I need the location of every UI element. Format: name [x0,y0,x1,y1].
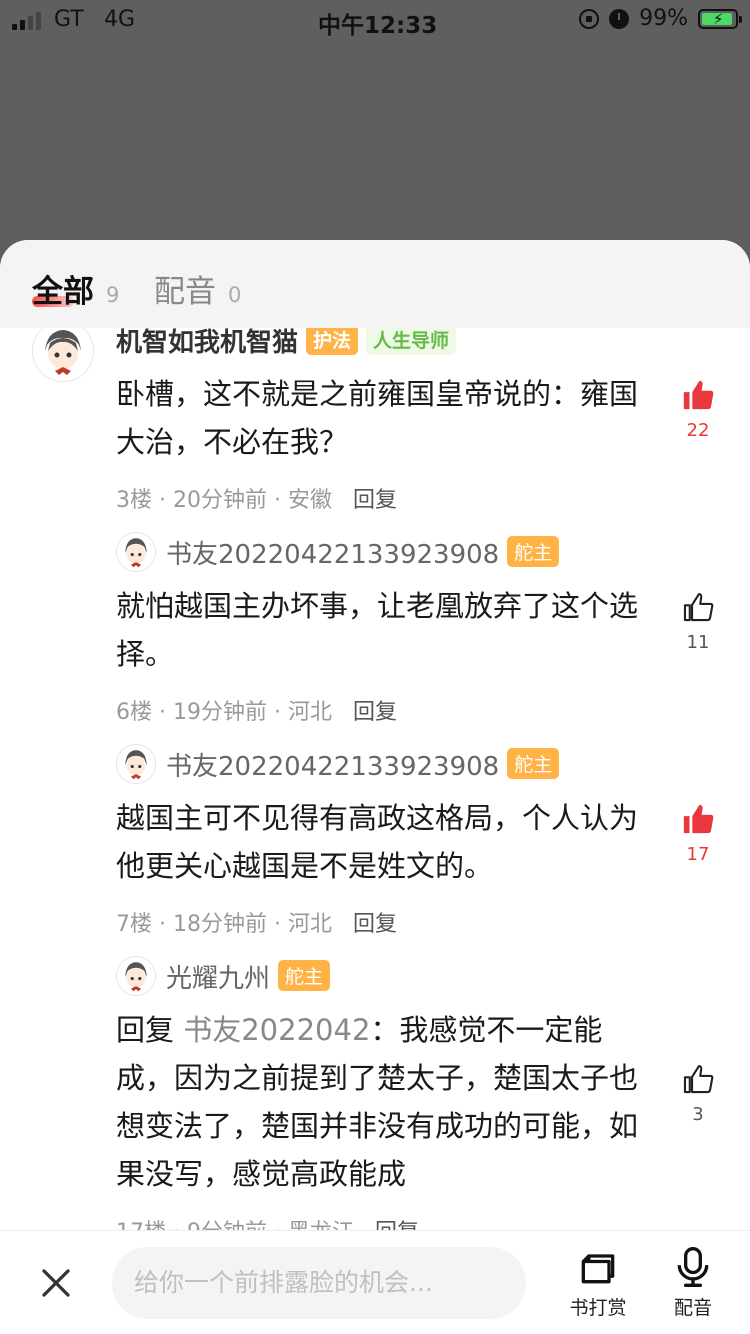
author-name: 书友20220422133923908 [166,752,500,782]
avatar[interactable] [116,956,156,996]
tab-dub-label: 配音 [154,274,216,310]
floor-number: 7楼 [116,912,152,937]
tab-bar: 全部 9 配音 0 [0,240,750,328]
badge-mentor: 人生导师 [366,328,457,355]
meta-separator: · [173,1220,180,1230]
comment-location: 黑龙江 [288,1220,354,1230]
comment-input[interactable]: 给你一个前排露脸的机会... [112,1247,526,1319]
author-name: 机智如我机智猫 [116,328,299,358]
floor-number: 3楼 [116,488,152,513]
comment-text[interactable]: 回复 书友2022042：我感觉不一定能成，因为之前提到了楚太子，楚国太子也想变… [116,1006,646,1198]
comment-location: 河北 [288,912,333,937]
comment-location: 河北 [288,700,333,725]
meta-separator: · [274,1220,281,1230]
floor-number: 6楼 [116,700,152,725]
like-count: 22 [686,420,710,441]
comment-time: 9分钟前 [187,1220,267,1230]
close-button[interactable] [38,1265,74,1301]
lock-rotation-icon [579,8,600,29]
comment-time: 20分钟前 [173,488,267,513]
comment-time: 19分钟前 [173,700,267,725]
avatar[interactable] [116,744,156,784]
signal-icon [12,12,41,30]
thumbs-up-icon [683,380,714,410]
badge-helmsman: 舵主 [278,960,331,991]
thumbs-up-icon [683,1065,714,1094]
avatar[interactable] [116,532,156,572]
comment-author[interactable]: 光耀九州 舵主 [166,958,331,995]
badge-helmsman: 舵主 [507,748,560,779]
thumbs-up-icon [683,593,714,622]
network-label: 4G [104,7,136,32]
comment-text[interactable]: 就怕越国主办坏事，让老凰放弃了这个选择。 [116,582,646,678]
close-icon [42,1269,70,1297]
like-button[interactable]: 22 [672,378,724,441]
avatar[interactable] [32,328,94,382]
battery-icon: ⚡ [698,8,742,29]
meta-separator: · [274,488,281,513]
meta-separator: · [274,912,281,937]
comment-meta: 3楼 · 20分钟前 · 安徽 回复 [116,482,397,514]
reply-button[interactable]: 回复 [353,700,397,725]
carrier-label: GT [54,7,84,32]
badge-helmsman: 舵主 [507,536,560,567]
comment-author[interactable]: 书友20220422133923908 舵主 [166,746,560,783]
reward-label: 书打赏 [569,1297,627,1319]
meta-separator: · [159,912,166,937]
meta-separator: · [159,700,166,725]
comment-location: 安徽 [288,488,333,513]
reply-button[interactable]: 回复 [375,1220,419,1230]
like-count: 3 [692,1104,704,1125]
badge-protector: 护法 [306,328,359,355]
like-button[interactable]: 3 [672,1062,724,1125]
dub-button[interactable]: 配音 [653,1245,733,1320]
status-bar: GT 4G 中午12:33 99% ⚡ [0,0,750,40]
author-name: 光耀九州 [166,964,271,994]
meta-separator: · [159,488,166,513]
tab-all-count: 9 [106,283,120,307]
author-name: 书友20220422133923908 [166,540,500,570]
comment-meta: 7楼 · 18分钟前 · 河北 回复 [116,906,397,938]
comment-text[interactable]: 越国主可不见得有高政这格局，个人认为他更关心越国是不是姓文的。 [116,794,646,890]
reply-prefix: 回复 [116,1013,175,1047]
tab-dub[interactable]: 配音 0 [154,266,241,311]
tab-all[interactable]: 全部 9 [32,266,119,311]
status-time: 中午12:33 [318,13,438,39]
reply-button[interactable]: 回复 [353,912,397,937]
thumbs-up-icon [683,804,714,834]
comment-list[interactable]: 机智如我机智猫 护法 人生导师 卧槽，这不就是之前雍国皇帝说的：雍国大治，不必在我？… [0,328,750,1230]
floor-number: 17楼 [116,1220,166,1230]
reward-button[interactable]: 书打赏 [558,1245,638,1320]
tab-dub-count: 0 [228,283,242,307]
gift-icon [581,1254,615,1284]
reply-target-user[interactable]: 书友2022042 [183,1013,370,1047]
like-button[interactable]: 17 [672,802,724,865]
tab-all-label: 全部 [32,274,94,310]
microphone-icon [677,1247,709,1287]
comment-time: 18分钟前 [173,912,267,937]
comment-meta: 17楼 · 9分钟前 · 黑龙江 回复 [116,1214,419,1230]
battery-percent: 99% [639,6,688,31]
meta-separator: · [274,700,281,725]
comment-meta: 6楼 · 19分钟前 · 河北 回复 [116,694,397,726]
comment-author[interactable]: 书友20220422133923908 舵主 [166,534,560,571]
like-button[interactable]: 11 [672,590,724,653]
like-count: 17 [686,844,710,865]
alarm-icon [609,8,630,29]
comment-author[interactable]: 机智如我机智猫 护法 人生导师 [116,328,457,359]
comment-sheet: 全部 9 配音 0 机智如我机智猫 护法 人生导师 卧槽，这不就是之前雍国皇帝说的：… [0,240,750,1334]
dub-label: 配音 [673,1297,712,1319]
reply-button[interactable]: 回复 [353,488,397,513]
bottom-bar: 给你一个前排露脸的机会... 书打赏 配音 [0,1230,750,1334]
like-count: 11 [686,632,710,653]
comment-text[interactable]: 卧槽，这不就是之前雍国皇帝说的：雍国大治，不必在我？ [116,370,646,466]
